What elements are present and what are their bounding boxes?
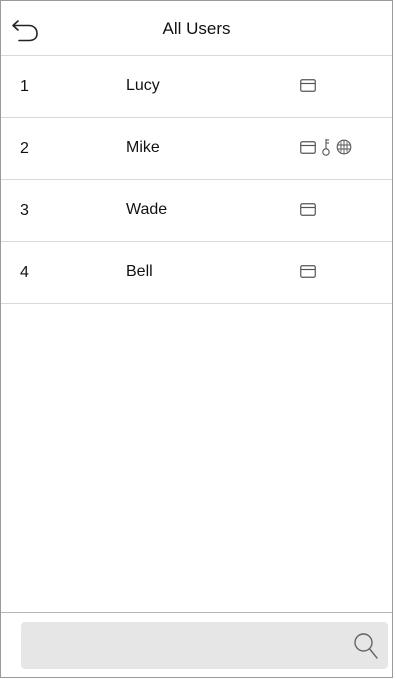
page-title: All Users bbox=[162, 19, 231, 38]
user-id: 4 bbox=[20, 264, 29, 281]
user-id: 1 bbox=[20, 78, 29, 95]
search-input[interactable] bbox=[31, 622, 335, 671]
card-icon bbox=[300, 264, 316, 278]
user-name: Lucy bbox=[126, 77, 160, 94]
user-row[interactable]: 2 Mike bbox=[1, 118, 392, 180]
card-icon bbox=[300, 140, 316, 154]
header-bar: All Users bbox=[1, 1, 392, 56]
verify-methods bbox=[300, 262, 316, 280]
all-users-screen: All Users 1 Lucy 2 Mike 3 Wade 4 Bell bbox=[0, 0, 393, 678]
card-icon bbox=[300, 202, 316, 216]
user-id: 2 bbox=[20, 140, 29, 157]
user-name: Bell bbox=[126, 263, 153, 280]
user-name: Wade bbox=[126, 201, 168, 218]
search-bar bbox=[1, 612, 392, 677]
face-icon bbox=[336, 139, 352, 155]
user-list: 1 Lucy 2 Mike 3 Wade 4 Bell bbox=[1, 56, 392, 304]
user-row[interactable]: 4 Bell bbox=[1, 242, 392, 304]
user-name: Mike bbox=[126, 139, 160, 156]
card-icon bbox=[300, 78, 316, 92]
verify-methods bbox=[300, 200, 316, 218]
back-arrow-icon bbox=[9, 15, 43, 43]
user-row[interactable]: 3 Wade bbox=[1, 180, 392, 242]
password-key-icon bbox=[321, 138, 331, 156]
verify-methods bbox=[300, 76, 316, 94]
user-id: 3 bbox=[20, 202, 29, 219]
search-icon[interactable] bbox=[352, 631, 380, 661]
back-button[interactable] bbox=[9, 15, 43, 43]
verify-methods bbox=[300, 138, 352, 156]
search-box[interactable] bbox=[21, 622, 388, 671]
user-row[interactable]: 1 Lucy bbox=[1, 56, 392, 118]
